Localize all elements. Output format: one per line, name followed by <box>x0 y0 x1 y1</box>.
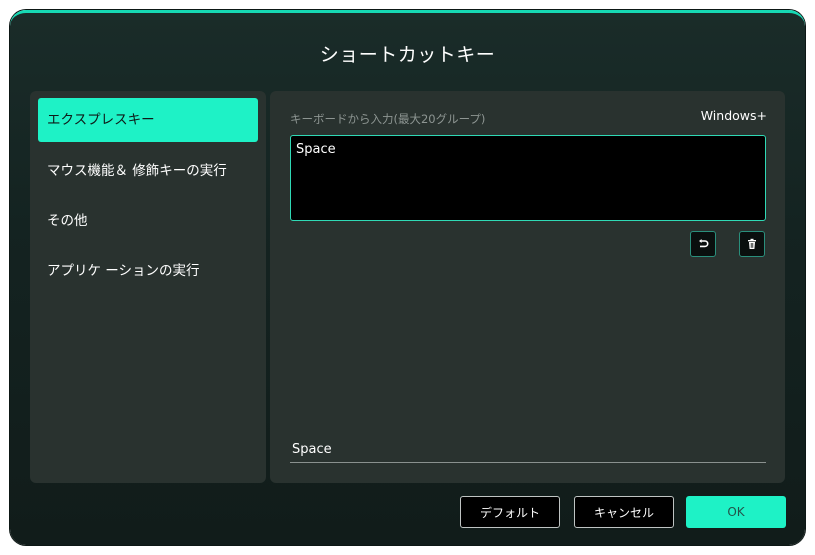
keyboard-input-label: キーボードから入力(最大20グループ) <box>290 112 486 126</box>
sidebar-item-run-application[interactable]: アプリケ ーションの実行 <box>38 249 258 293</box>
shortcut-result-text: Space <box>292 442 332 457</box>
undo-button[interactable] <box>690 231 716 257</box>
shortcut-editor-panel: キーボードから入力(最大20グループ) Windows+ Space Space <box>270 91 785 483</box>
sidebar-item-express-keys[interactable]: エクスプレスキー <box>38 98 258 142</box>
sidebar-item-mouse-modifier[interactable]: マウス機能＆ 修飾キーの実行 <box>38 149 258 193</box>
sidebar-item-other[interactable]: その他 <box>38 199 258 243</box>
windows-modifier-label[interactable]: Windows+ <box>701 108 767 123</box>
dialog-title: ショートカットキー <box>319 44 496 66</box>
shortcut-key-dialog: ショートカットキー エクスプレスキー マウス機能＆ 修飾キーの実行 その他 アプ… <box>10 10 805 545</box>
delete-button[interactable] <box>739 231 765 257</box>
key-input-value: Space <box>296 142 336 157</box>
cancel-button[interactable]: キャンセル <box>574 496 674 528</box>
category-sidebar: エクスプレスキー マウス機能＆ 修飾キーの実行 その他 アプリケ ーションの実行 <box>30 91 266 483</box>
undo-icon <box>699 239 709 248</box>
default-button[interactable]: デフォルト <box>460 496 560 528</box>
trash-icon <box>748 238 756 249</box>
result-underline <box>290 462 766 463</box>
key-input-field[interactable]: Space <box>290 135 766 221</box>
ok-button[interactable]: OK <box>686 496 786 528</box>
